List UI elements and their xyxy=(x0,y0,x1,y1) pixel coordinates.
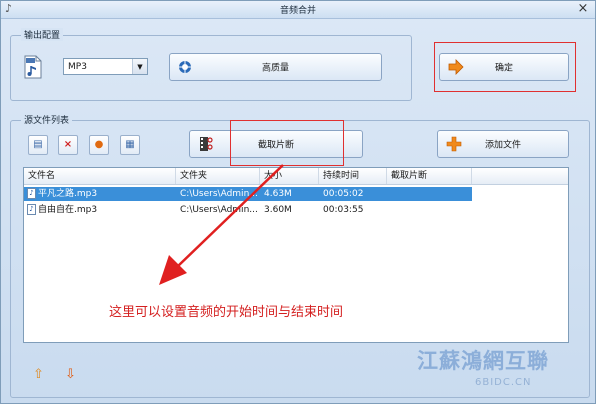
format-select-value: MP3 xyxy=(68,62,87,72)
app-window: ♪ 音频合并 × 输出配置 MP3 ▼ 高质量 确定 源文件列表 ▤ × ● ▦… xyxy=(0,0,596,404)
mp3-file-icon xyxy=(23,55,43,79)
title-bar: ♪ 音频合并 × xyxy=(1,1,595,19)
confirm-highlight-box xyxy=(434,42,576,92)
quality-button-label: 高质量 xyxy=(261,63,289,74)
properties-button[interactable]: ▦ xyxy=(120,135,140,155)
column-header-clip[interactable]: 截取片断 xyxy=(387,168,472,184)
column-header-duration[interactable]: 持续时间 xyxy=(319,168,387,184)
source-group-label: 源文件列表 xyxy=(21,113,73,126)
row-clip xyxy=(387,187,472,201)
quality-button[interactable]: 高质量 xyxy=(169,53,382,81)
annotation-text: 这里可以设置音频的开始时间与结束时间 xyxy=(109,305,344,320)
delete-file-button[interactable]: × xyxy=(58,135,78,155)
watermark-sub: 6BIDC.CN xyxy=(475,377,532,388)
delete-icon: × xyxy=(63,139,73,150)
annotation-arrow xyxy=(159,164,284,285)
watermark-main: 江蘇鴻網互聯 xyxy=(417,349,549,373)
properties-icon: ▦ xyxy=(125,139,135,150)
add-file-button[interactable]: 添加文件 xyxy=(437,130,569,158)
clip-highlight-box xyxy=(230,120,344,166)
new-file-icon: ▤ xyxy=(33,139,43,150)
move-down-icon[interactable]: ⇩ xyxy=(65,367,76,382)
row-duration: 00:03:55 xyxy=(323,205,364,215)
play-button[interactable]: ● xyxy=(89,135,109,155)
file-list-header: 文件名 文件夹 大小 持续时间 截取片断 xyxy=(24,168,568,185)
chevron-down-icon[interactable]: ▼ xyxy=(132,59,147,74)
play-icon: ● xyxy=(94,139,104,150)
output-group-label: 输出配置 xyxy=(21,28,64,41)
close-icon[interactable]: × xyxy=(577,1,589,17)
format-select[interactable]: MP3 ▼ xyxy=(63,58,148,75)
add-file-button-label: 添加文件 xyxy=(484,140,521,151)
row-duration: 00:05:02 xyxy=(323,189,364,199)
watermark: 江蘇鴻網互聯 6BIDC.CN xyxy=(417,345,587,395)
row-clip xyxy=(387,203,472,217)
new-file-button[interactable]: ▤ xyxy=(28,135,48,155)
move-up-icon[interactable]: ⇧ xyxy=(33,367,44,382)
window-title: 音频合并 xyxy=(279,6,316,16)
